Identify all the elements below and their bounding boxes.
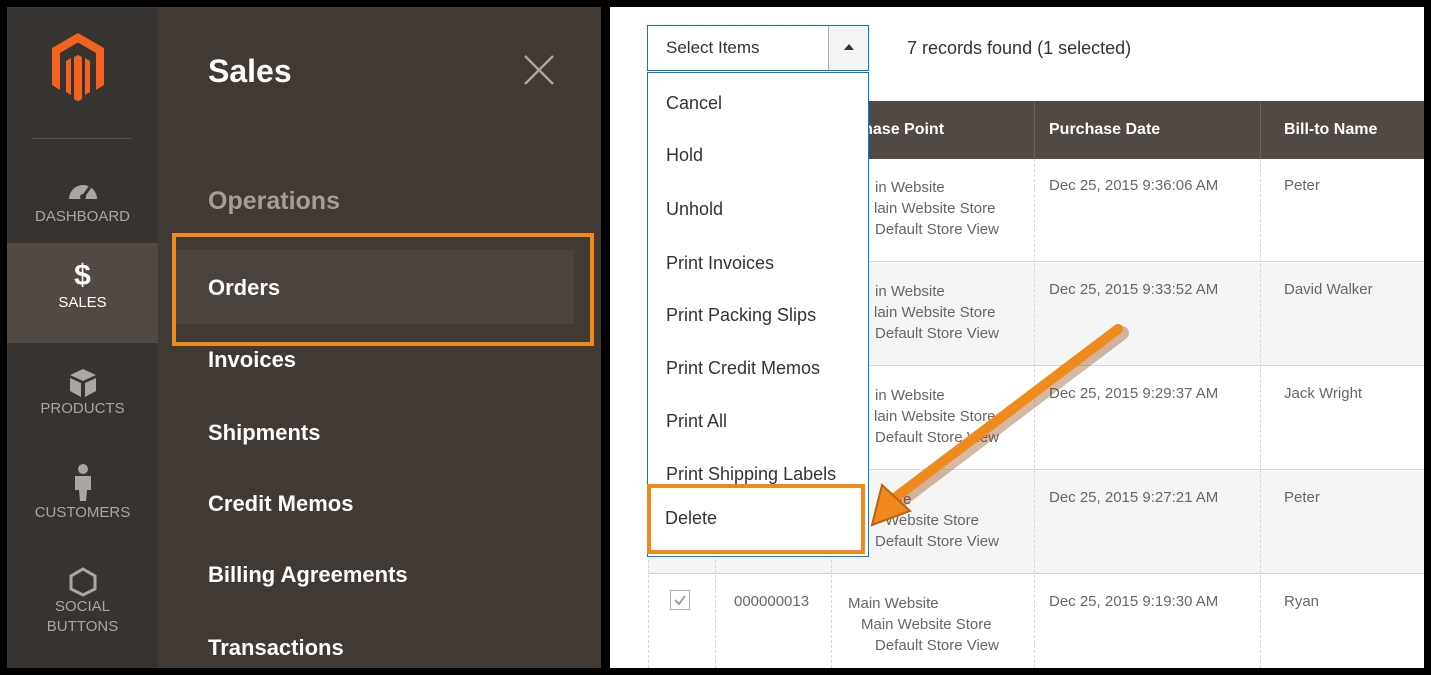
cell-purchase-date: Dec 25, 2015 9:27:21 AM [1049, 489, 1219, 506]
nav-customers-label: CUSTOMERS [34, 504, 131, 521]
action-hold[interactable]: Hold [666, 145, 703, 166]
point-website: in Website [875, 387, 945, 404]
point-store: Main Website Store [861, 616, 992, 633]
table-row[interactable]: 000000013 Main Website Main Website Stor… [648, 575, 1424, 668]
close-icon[interactable] [522, 53, 556, 87]
records-count: 7 records found (1 selected) [907, 38, 1132, 58]
magento-logo-icon[interactable] [46, 27, 110, 107]
cell-purchase-date: Dec 25, 2015 9:36:06 AM [1049, 177, 1219, 194]
column-header-purchase-date[interactable]: Purchase Date [1049, 121, 1160, 139]
nav-rail: DASHBOARD $ SALES PRODUCTS CUSTOMERS SOC… [7, 7, 158, 668]
action-print-invoices[interactable]: Print Invoices [666, 253, 774, 274]
orders-grid-panel: Select Items 7 records found (1 selected… [610, 7, 1424, 668]
point-website: site [888, 491, 912, 508]
delete-highlight-box[interactable]: Delete [647, 484, 865, 554]
point-website: in Website [875, 283, 945, 300]
cell-purchase-point: in Website lain Website Store Default St… [848, 385, 1038, 448]
point-view: Default Store View [875, 325, 999, 342]
dollar-icon: $ [74, 259, 91, 292]
point-store: lain Website Store [874, 304, 996, 321]
hexagon-icon [69, 567, 96, 597]
cell-bill-to-name: Peter [1284, 177, 1320, 194]
rail-divider [32, 138, 132, 139]
action-print-packing-slips[interactable]: Print Packing Slips [666, 305, 816, 326]
cell-purchase-point: in Website lain Website Store Default St… [848, 177, 1038, 240]
cell-purchase-date: Dec 25, 2015 9:33:52 AM [1049, 281, 1219, 298]
dashboard-icon [68, 185, 97, 200]
caret-up-icon[interactable] [828, 26, 868, 70]
point-website: Main Website [848, 595, 939, 612]
menu-link-billing-agreements[interactable]: Billing Agreements [208, 562, 408, 588]
action-print-credit-memos[interactable]: Print Credit Memos [666, 358, 820, 379]
column-header-bill-to-name[interactable]: Bill-to Name [1284, 121, 1377, 139]
menu-link-invoices[interactable]: Invoices [208, 347, 296, 373]
point-website: in Website [875, 179, 945, 196]
sales-submenu: Sales Operations Orders Invoices Shipmen… [158, 7, 601, 668]
point-view: Default Store View [875, 637, 999, 654]
point-store: lain Website Store [874, 200, 996, 217]
menu-link-shipments[interactable]: Shipments [208, 420, 320, 446]
nav-dashboard[interactable]: DASHBOARD [7, 147, 158, 247]
nav-sales-label: SALES [58, 294, 107, 311]
cell-bill-to-name: Jack Wright [1284, 385, 1363, 402]
checkmark-icon [674, 595, 686, 606]
action-cancel[interactable]: Cancel [666, 93, 722, 114]
menu-link-transactions[interactable]: Transactions [208, 635, 344, 661]
action-print-shipping-labels[interactable]: Print Shipping Labels [666, 464, 836, 485]
header-separator [1260, 101, 1261, 159]
cell-purchase-point: Main Website Main Website Store Default … [848, 593, 1038, 656]
orders-highlight-box [172, 233, 594, 346]
nav-social-buttons-label: SOCIAL BUTTONS [46, 598, 119, 635]
cell-purchase-point: site Website Store Default Store View [848, 489, 1038, 552]
cell-bill-to-name: Peter [1284, 489, 1320, 506]
nav-products-label: PRODUCTS [40, 400, 125, 417]
cell-bill-to-name: Ryan [1284, 593, 1320, 610]
nav-dashboard-label: DASHBOARD [34, 208, 131, 225]
nav-sales[interactable]: $ SALES [7, 243, 158, 343]
point-view: Default Store View [875, 533, 999, 550]
action-unhold[interactable]: Unhold [666, 199, 723, 220]
action-print-all[interactable]: Print All [666, 411, 727, 432]
point-store: Website Store [885, 512, 979, 529]
nav-social-buttons[interactable]: SOCIAL BUTTONS [7, 557, 158, 657]
point-store: lain Website Store [874, 408, 996, 425]
column-divider [1034, 159, 1035, 668]
box-icon [69, 369, 96, 397]
admin-menu-panel: DASHBOARD $ SALES PRODUCTS CUSTOMERS SOC… [7, 7, 601, 668]
person-icon [74, 464, 91, 501]
cell-purchase-date: Dec 25, 2015 9:19:30 AM [1049, 593, 1219, 610]
action-delete[interactable]: Delete [665, 508, 717, 529]
point-view: Default Store View [875, 221, 999, 238]
cell-purchase-date: Dec 25, 2015 9:29:37 AM [1049, 385, 1219, 402]
point-view: Default Store View [875, 429, 999, 446]
cell-order-id: 000000013 [734, 593, 810, 610]
nav-customers[interactable]: CUSTOMERS [7, 447, 158, 547]
row-checkbox[interactable] [670, 590, 690, 610]
cell-bill-to-name: David Walker [1284, 281, 1373, 298]
mass-action-select[interactable]: Select Items [647, 25, 869, 71]
cell-purchase-point: in Website lain Website Store Default St… [848, 281, 1038, 344]
nav-products[interactable]: PRODUCTS [7, 345, 158, 445]
menu-link-credit-memos[interactable]: Credit Memos [208, 491, 353, 517]
mass-action-select-value: Select Items [666, 38, 760, 57]
column-divider [1260, 159, 1261, 668]
submenu-title: Sales [208, 53, 292, 89]
section-heading-operations: Operations [208, 187, 340, 215]
header-separator [1034, 101, 1035, 159]
